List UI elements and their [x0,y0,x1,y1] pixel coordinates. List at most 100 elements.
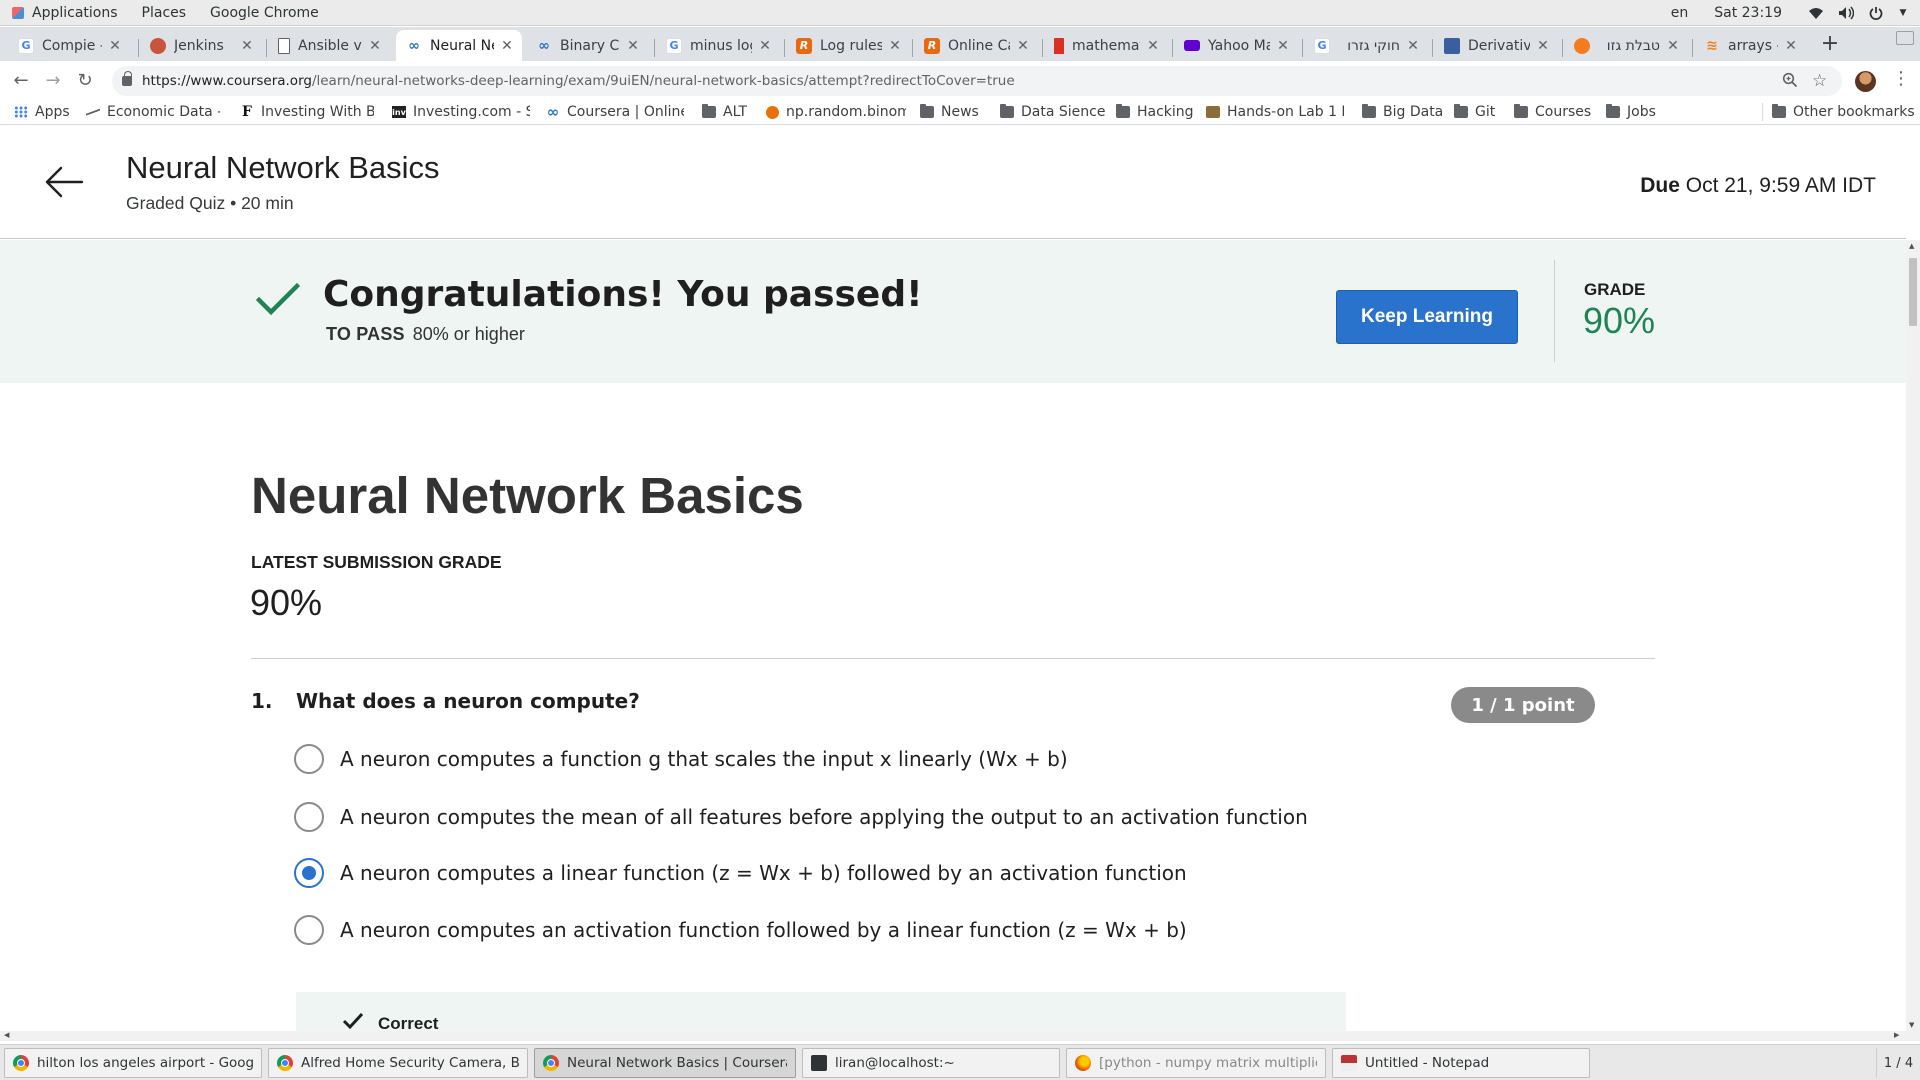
tab-binary-classification[interactable]: ∞ Binary Cla ✕ [526,30,648,61]
tab-derivative[interactable]: Derivative ✕ [1434,30,1558,61]
scroll-up-icon[interactable]: ▲ [1909,242,1914,250]
answer-option[interactable]: A neuron computes a function g that scal… [294,742,1068,776]
window-button-firefox[interactable]: [python - numpy matrix multiplicatio... [1066,1048,1326,1078]
pass-headline: Congratulations! You passed! [323,274,923,315]
wifi-icon[interactable] [1808,6,1824,20]
volume-icon[interactable] [1838,6,1854,20]
close-icon[interactable]: ✕ [1146,38,1160,54]
window-button-chrome-hilton[interactable]: hilton los angeles airport - Google S... [4,1048,262,1078]
radio-button[interactable] [294,744,324,774]
vertical-scrollbar[interactable]: ▲ ▼ [1906,240,1920,1031]
more-menu-icon[interactable]: ⋮ [1892,68,1910,89]
radio-button-selected[interactable] [294,858,324,888]
tab-neural-network-basics[interactable]: ∞ Neural Ne ✕ [396,30,522,61]
back-button[interactable]: ← [8,68,34,94]
close-icon[interactable]: ✕ [758,38,772,54]
profile-avatar[interactable] [1855,71,1876,92]
close-icon[interactable]: ✕ [108,38,122,54]
input-language[interactable]: en [1671,5,1689,21]
places-menu[interactable]: Places [130,0,199,26]
window-button-terminal[interactable]: liran@localhost:~ [802,1048,1060,1078]
question-text: What does a neuron compute? [296,689,640,713]
tab-divider [1302,39,1303,57]
chevron-down-icon[interactable]: ▼ [1898,6,1908,20]
tab-divider [1562,39,1563,57]
bookmark-folder-git[interactable]: Git [1454,103,1495,121]
workspace-indicator[interactable]: 1 / 4 [1876,1048,1920,1078]
close-icon[interactable]: ✕ [1666,38,1680,54]
bookmark-hands-on-lab[interactable]: Hands-on Lab 1 D [1206,103,1344,121]
bookmark-np-random-binom[interactable]: np.random.binom [766,103,906,121]
tab-title: minus log [690,37,752,54]
horizontal-scrollbar[interactable]: ◀ ▶ [0,1031,1920,1041]
bookmark-coursera[interactable]: ∞ Coursera | Online [546,103,684,121]
bookmark-economic-data[interactable]: Economic Data - [86,103,220,121]
bookmark-folder-news[interactable]: News [920,103,979,121]
zoom-icon[interactable] [1782,72,1798,92]
tab-minus-log[interactable]: G minus log ✕ [656,30,780,61]
close-icon[interactable]: ✕ [888,38,902,54]
back-arrow-icon[interactable] [42,160,86,204]
close-icon[interactable]: ✕ [1784,38,1798,54]
star-icon[interactable]: ☆ [1812,71,1827,91]
bookmark-folder-big-data[interactable]: Big Data [1362,103,1443,121]
keep-learning-button[interactable]: Keep Learning [1336,290,1518,344]
app-menu-google-chrome[interactable]: Google Chrome [198,0,331,26]
new-tab-button[interactable]: + [1818,33,1842,57]
applications-menu[interactable]: Applications [0,0,130,26]
bookmark-folder-jobs[interactable]: Jobs [1606,103,1656,121]
scroll-left-icon[interactable]: ◀ [4,1031,9,1039]
close-icon[interactable]: ✕ [1276,38,1290,54]
radio-button[interactable] [294,915,324,945]
bookmark-label: Other bookmarks [1793,104,1915,120]
close-icon[interactable]: ✕ [240,38,254,54]
tab-hebrew-derivative-table[interactable]: טבלת גזו ✕ [1564,30,1688,61]
forward-button[interactable]: → [40,68,66,94]
window-restore-icon[interactable] [1896,31,1914,45]
tab-yahoo-mail[interactable]: Yahoo Ma ✕ [1174,30,1298,61]
clock[interactable]: Sat 23:19 [1714,5,1782,21]
answer-option-selected[interactable]: A neuron computes a linear function (z =… [294,856,1187,890]
bookmark-folder-hacking[interactable]: Hacking [1116,103,1194,121]
bookmark-folder-data-sience[interactable]: Data Sience [1000,103,1105,121]
close-icon[interactable]: ✕ [626,38,640,54]
answer-option[interactable]: A neuron computes the mean of all featur… [294,800,1308,834]
scroll-down-icon[interactable]: ▼ [1909,1021,1914,1029]
bookmark-investing-com[interactable]: inv Investing.com - S [392,103,530,121]
due-date: Due Oct 21, 9:59 AM IDT [1640,174,1876,198]
scrollbar-thumb[interactable] [1909,258,1917,326]
tab-jenkins[interactable]: Jenkins ✕ [140,30,262,61]
tab-compie[interactable]: G Compie - ✕ [8,30,130,61]
answer-option[interactable]: A neuron computes an activation function… [294,913,1187,947]
bookmark-label: News [941,104,979,120]
window-button-notepad[interactable]: Untitled - Notepad [1332,1048,1590,1078]
close-icon[interactable]: ✕ [1406,38,1420,54]
tab-mathematics[interactable]: mathemat ✕ [1044,30,1168,61]
bookmark-apps[interactable]: Apps [14,103,70,121]
scroll-right-icon[interactable]: ▶ [1894,1031,1899,1039]
window-button-chrome-coursera[interactable]: Neural Network Basics | Coursera - ... [534,1048,796,1078]
reload-button[interactable]: ↻ [72,68,98,94]
bookmark-other-bookmarks[interactable]: Other bookmarks [1772,103,1915,121]
tab-arrays[interactable]: ≋ arrays - C ✕ [1694,30,1806,61]
close-icon[interactable]: ✕ [368,38,382,54]
close-icon[interactable]: ✕ [500,38,514,54]
bookmark-investing-with-bi[interactable]: F Investing With Bi [240,103,374,121]
window-button-chrome-alfred[interactable]: Alfred Home Security Camera, Baby... [268,1048,528,1078]
gnome-top-bar: Applications Places Google Chrome en Sat… [0,0,1920,26]
address-bar[interactable]: https://www.coursera.org/learn/neural-ne… [112,66,1842,96]
close-icon[interactable]: ✕ [1536,38,1550,54]
lock-icon[interactable] [122,71,132,86]
bookmark-folder-courses[interactable]: Courses [1514,103,1591,121]
app-menu-label: Google Chrome [210,4,319,21]
tab-online-calculator[interactable]: R Online Ca ✕ [914,30,1038,61]
tab-hebrew-derivative-rules[interactable]: G חוקי גזרו ✕ [1304,30,1428,61]
bookmark-folder-alt[interactable]: ALT [702,103,747,121]
radio-button[interactable] [294,802,324,832]
folder-icon [1514,104,1528,118]
due-value: Oct 21, 9:59 AM IDT [1685,174,1876,197]
power-icon[interactable] [1868,6,1884,20]
tab-log-rules[interactable]: R Log rules ✕ [786,30,910,61]
close-icon[interactable]: ✕ [1016,38,1030,54]
tab-ansible[interactable]: Ansible vs ✕ [268,30,390,61]
